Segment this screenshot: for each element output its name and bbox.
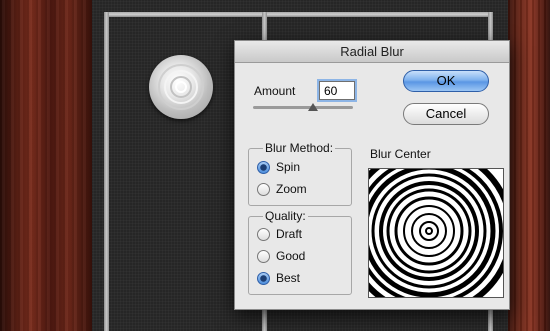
radio-unselected-icon[interactable] [257, 249, 270, 263]
wood-panel-left [0, 0, 92, 331]
blur-method-option-zoom[interactable]: Zoom [257, 181, 307, 197]
blur-method-option-spin[interactable]: Spin [257, 159, 300, 175]
radio-selected-icon[interactable] [257, 160, 270, 174]
option-label: Good [276, 249, 306, 263]
amount-slider-thumb[interactable] [308, 103, 318, 111]
quality-group: Quality: Draft Good Best [248, 209, 352, 295]
wood-panel-right [508, 0, 550, 331]
quality-title: Quality: [263, 209, 308, 223]
option-label: Zoom [276, 182, 307, 196]
radio-unselected-icon[interactable] [257, 227, 270, 241]
quality-option-good[interactable]: Good [257, 248, 305, 264]
option-label: Best [276, 271, 301, 285]
quality-option-best[interactable]: Best [257, 270, 300, 286]
option-label: Draft [276, 227, 303, 241]
radial-blur-dialog: Radial Blur Amount OK Cancel Blur Method… [234, 40, 514, 316]
knob-rings-icon [158, 64, 204, 110]
frame-rail-top [108, 12, 488, 17]
dialog-title[interactable]: Radial Blur [235, 41, 509, 63]
quality-option-draft[interactable]: Draft [257, 226, 302, 242]
amount-input[interactable] [319, 81, 355, 100]
concentric-rings-icon [344, 146, 514, 316]
amount-slider-track[interactable] [253, 106, 353, 109]
radio-unselected-icon[interactable] [257, 182, 270, 196]
amount-label: Amount [254, 84, 296, 98]
blur-method-group: Blur Method: Spin Zoom [248, 141, 352, 206]
cancel-button[interactable]: Cancel [403, 103, 489, 125]
radio-selected-icon[interactable] [257, 271, 270, 285]
blur-center-label: Blur Center [370, 147, 431, 161]
blur-method-title: Blur Method: [263, 141, 336, 155]
option-label: Spin [276, 160, 301, 174]
frame-rail-left [104, 12, 109, 331]
blur-center-preview[interactable] [344, 146, 514, 316]
ok-button[interactable]: OK [403, 70, 489, 92]
frame-rail-middle-top [262, 12, 267, 42]
metal-knob-image [149, 55, 213, 119]
